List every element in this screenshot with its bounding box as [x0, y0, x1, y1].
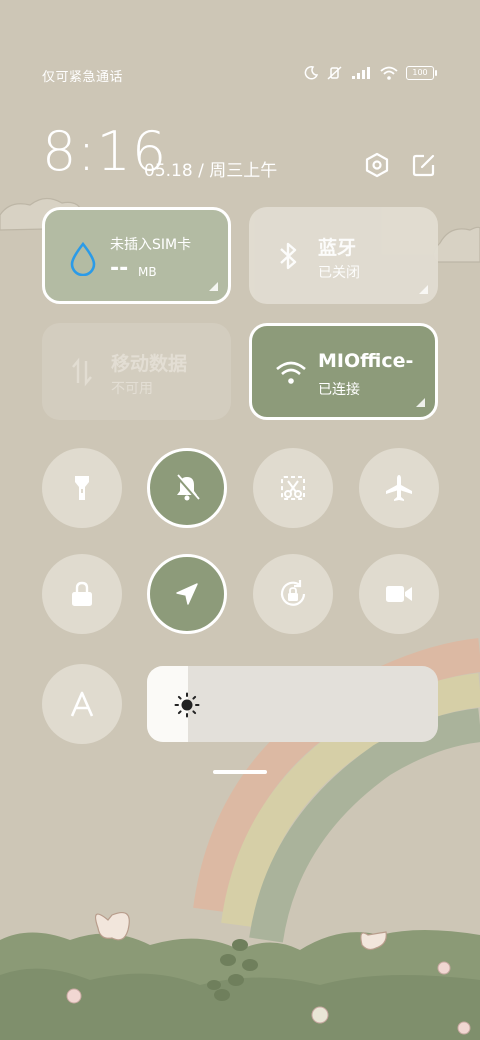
- expand-corner-icon: [416, 398, 425, 407]
- bluetooth-tile[interactable]: 蓝牙 已关闭: [249, 207, 438, 304]
- video-camera-icon: [386, 586, 412, 602]
- rotation-lock-icon: [280, 580, 306, 606]
- scissors-icon: [281, 476, 305, 500]
- cloud-right: [432, 226, 480, 263]
- wifi-icon: [380, 66, 398, 80]
- bell-off-icon: [175, 474, 200, 501]
- panel-drag-handle[interactable]: [213, 770, 267, 774]
- status-icons: 100: [304, 66, 437, 80]
- data-usage-value: --: [110, 256, 129, 281]
- screenshot-toggle[interactable]: [253, 448, 333, 528]
- date-text: 05.18 / 周三上午: [144, 161, 278, 181]
- brightness-slider[interactable]: [147, 666, 438, 742]
- location-toggle[interactable]: [147, 554, 227, 634]
- wifi-status: 已连接: [318, 382, 360, 398]
- wifi-icon: [276, 361, 306, 384]
- bluetooth-status: 已关闭: [318, 265, 360, 281]
- flashlight-toggle[interactable]: [42, 448, 122, 528]
- bluetooth-title: 蓝牙: [318, 237, 357, 259]
- water-drop-icon: [70, 242, 96, 276]
- data-usage-unit: MB: [138, 265, 157, 279]
- edit-icon[interactable]: [410, 151, 438, 179]
- lock-icon: [72, 581, 92, 606]
- letter-a-icon: [70, 691, 94, 717]
- auto-text-toggle[interactable]: [42, 664, 122, 744]
- sim-data-tile[interactable]: 未插入SIM卡 -- MB: [42, 207, 231, 304]
- rotation-lock-toggle[interactable]: [253, 554, 333, 634]
- battery-icon: 100: [406, 66, 437, 80]
- bluetooth-icon: [280, 242, 297, 270]
- mute-vibrate-icon: [327, 66, 342, 80]
- wifi-tile[interactable]: MIOffice- 已连接: [249, 323, 438, 420]
- airplane-mode-toggle[interactable]: [359, 448, 439, 528]
- expand-corner-icon: [209, 282, 218, 291]
- mobile-data-status: 不可用: [111, 381, 153, 397]
- mobile-data-title: 移动数据: [111, 353, 188, 375]
- moon-icon: [304, 66, 318, 80]
- data-arrows-icon: [72, 357, 92, 387]
- sim-title: 未插入SIM卡: [110, 237, 192, 253]
- sun-icon: [174, 692, 200, 718]
- lock-screen-toggle[interactable]: [42, 554, 122, 634]
- wifi-network-name: MIOffice-: [318, 350, 414, 372]
- carrier-status-text: 仅可紧急通话: [42, 70, 124, 85]
- settings-icon[interactable]: [363, 151, 391, 179]
- signal-icon: [352, 67, 370, 79]
- mute-toggle[interactable]: [147, 448, 227, 528]
- screen-record-toggle[interactable]: [359, 554, 439, 634]
- location-arrow-icon: [176, 583, 198, 605]
- flashlight-icon: [75, 476, 89, 500]
- expand-corner-icon: [419, 285, 428, 294]
- airplane-icon: [386, 475, 412, 501]
- mobile-data-tile[interactable]: 移动数据 不可用: [42, 323, 231, 420]
